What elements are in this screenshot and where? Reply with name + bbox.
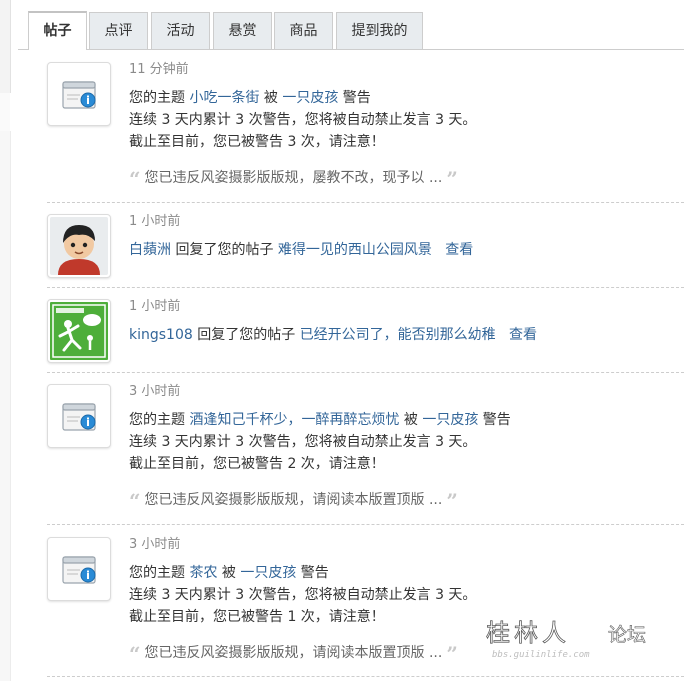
- open-quote-icon: “: [129, 489, 141, 513]
- notice-line-1: 您的主题 小吃一条街 被 一只皮孩 警告: [129, 87, 684, 109]
- notice-time: 3 小时前: [129, 384, 181, 399]
- quote-text: 您已违反风姿摄影版版规，请阅读本版置顶版 ...: [144, 492, 443, 508]
- moderator-link[interactable]: 一只皮孩: [282, 90, 338, 106]
- notice-line-1: 您的主题 茶农 被 一只皮孩 警告: [129, 562, 684, 584]
- reply-line: kings108 回复了您的帖子 已经开公司了，能否别那么幼稚 查看: [129, 324, 684, 346]
- notice-line-2: 连续 3 天内累计 3 次警告，您将被自动禁止发言 3 天。: [129, 587, 477, 603]
- close-quote-icon: ”: [446, 642, 458, 666]
- tab-posts[interactable]: 帖子: [28, 11, 87, 50]
- notice-prefix: 您的主题: [129, 565, 190, 581]
- item-divider: [47, 372, 684, 373]
- reply-action: 回复了您的帖子: [171, 242, 278, 258]
- view-link[interactable]: 查看: [445, 242, 473, 258]
- notice-line-3: 截止至目前，您已被警告 2 次，请注意！: [129, 456, 385, 472]
- reply-time: 1 小时前: [129, 214, 181, 229]
- notification-tabs: 帖子 点评 活动 悬赏 商品 提到我的: [18, 10, 684, 50]
- user-avatar[interactable]: [47, 214, 111, 278]
- thread-link[interactable]: 酒逢知己千杯少，一醉再醉忘烦忧: [189, 412, 399, 428]
- tab-rewards[interactable]: 悬赏: [213, 12, 272, 49]
- quote-text: 您已违反风姿摄影版版规，请阅读本版置顶版 ...: [144, 645, 443, 661]
- tab-mentions[interactable]: 提到我的: [336, 12, 423, 49]
- notice-quote: “您已违反风姿摄影版版规，请阅读本版置顶版 ...”: [129, 486, 684, 512]
- open-quote-icon: “: [129, 167, 141, 191]
- open-quote-icon: “: [129, 642, 141, 666]
- item-divider: [47, 202, 684, 203]
- quote-text: 您已违反风姿摄影版版规，屡教不改，现予以 ...: [144, 170, 443, 186]
- close-quote-icon: ”: [446, 167, 458, 191]
- view-link[interactable]: 查看: [509, 327, 537, 343]
- notice-mid: 被: [217, 565, 241, 581]
- watermark-subtitle: 论坛: [608, 624, 646, 646]
- item-divider: [47, 524, 684, 525]
- notice-suffix: 警告: [478, 412, 511, 428]
- moderator-link[interactable]: 一只皮孩: [422, 412, 478, 428]
- notice-mid: 被: [399, 412, 423, 428]
- reply-user-link[interactable]: kings108: [129, 327, 193, 343]
- notice-line-3: 截止至目前，您已被警告 3 次，请注意！: [129, 134, 385, 150]
- notice-time: 3 小时前: [129, 537, 181, 552]
- notice-line-2: 连续 3 天内累计 3 次警告，您将被自动禁止发言 3 天。: [129, 112, 477, 128]
- reply-thread-link[interactable]: 已经开公司了，能否别那么幼稚: [300, 327, 496, 343]
- watermark-url: bbs.guilinlife.com: [492, 650, 590, 660]
- site-watermark: 桂林人 论坛 bbs.guilinlife.com: [484, 615, 680, 663]
- system-notice-icon: [47, 62, 111, 126]
- reply-line: 白蘋洲 回复了您的帖子 难得一见的西山公园风景 查看: [129, 239, 684, 261]
- notice-line-2: 连续 3 天内累计 3 次警告，您将被自动禁止发言 3 天。: [129, 434, 477, 450]
- notice-suffix: 警告: [338, 90, 371, 106]
- reply-action: 回复了您的帖子: [192, 327, 300, 343]
- tab-goods[interactable]: 商品: [274, 12, 333, 49]
- thread-link[interactable]: 茶农: [189, 565, 217, 581]
- left-edge: [0, 0, 11, 681]
- reply-user-link[interactable]: 白蘋洲: [129, 242, 171, 258]
- notice-time: 11 分钟前: [129, 62, 189, 77]
- left-edge-panel-top: [0, 0, 11, 93]
- notice-line-1: 您的主题 酒逢知己千杯少，一醉再醉忘烦忧 被 一只皮孩 警告: [129, 409, 684, 431]
- reply-time: 1 小时前: [129, 299, 181, 314]
- tab-activities[interactable]: 活动: [151, 12, 210, 49]
- notice-mid: 被: [259, 90, 283, 106]
- left-edge-panel-bottom: [0, 131, 11, 681]
- item-divider: [47, 287, 684, 288]
- user-avatar[interactable]: [47, 299, 111, 363]
- moderator-link[interactable]: 一只皮孩: [240, 565, 296, 581]
- tab-comments[interactable]: 点评: [89, 12, 148, 49]
- reply-thread-link[interactable]: 难得一见的西山公园风景: [278, 242, 432, 258]
- close-quote-icon: ”: [446, 489, 458, 513]
- notice-suffix: 警告: [296, 565, 329, 581]
- thread-link[interactable]: 小吃一条街: [189, 90, 259, 106]
- notice-prefix: 您的主题: [129, 90, 190, 106]
- system-notice-icon: [47, 384, 111, 448]
- watermark-title: 桂林人: [486, 619, 570, 647]
- item-divider: [47, 676, 684, 677]
- notice-quote: “您已违反风姿摄影版版规，屡教不改，现予以 ...”: [129, 164, 684, 190]
- system-notice-icon: [47, 537, 111, 601]
- notice-prefix: 您的主题: [129, 412, 190, 428]
